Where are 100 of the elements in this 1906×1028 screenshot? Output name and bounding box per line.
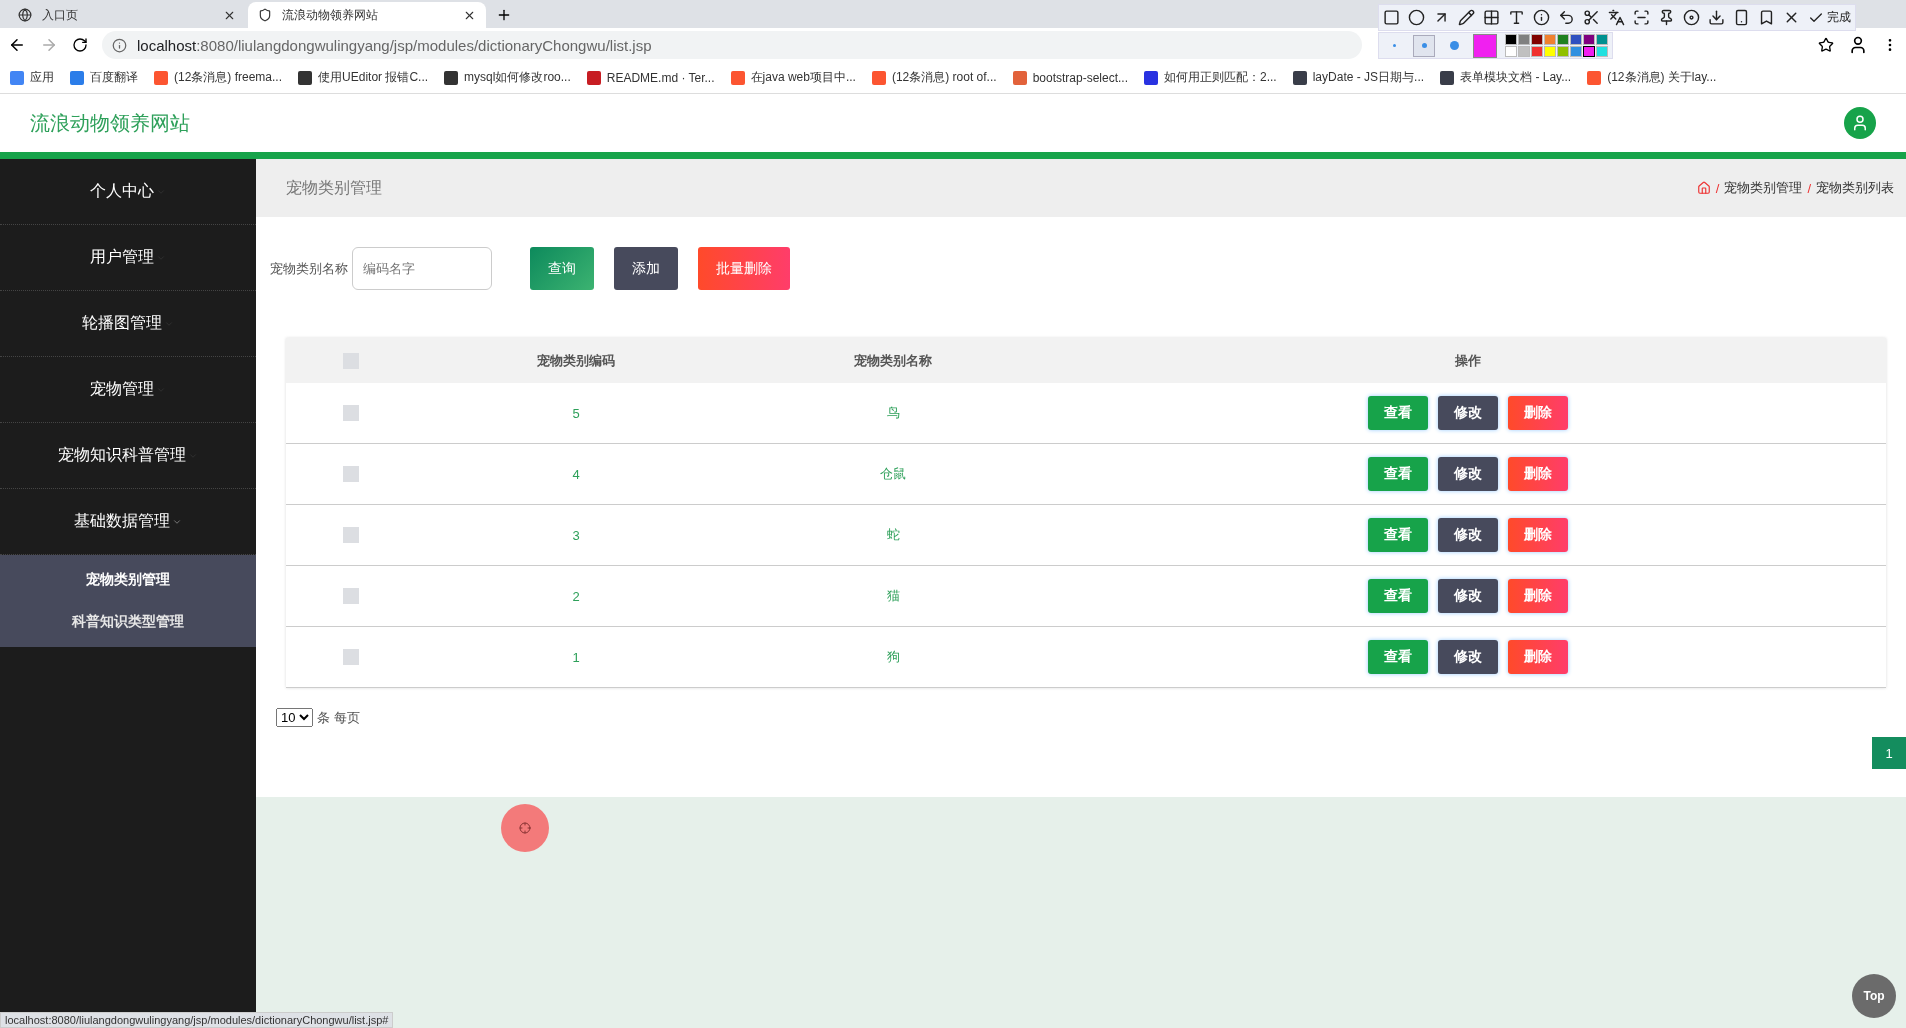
pencil-icon[interactable]: [1458, 9, 1475, 26]
sidebar-item[interactable]: 轮播图管理: [0, 291, 256, 357]
bookmark-item[interactable]: README.md · Ter...: [586, 70, 715, 85]
color-swatch[interactable]: [1544, 34, 1556, 45]
bookmark-item[interactable]: layDate - JS日期与...: [1292, 69, 1425, 86]
color-swatch[interactable]: [1583, 34, 1595, 45]
page-size-label: 条 每页: [317, 708, 360, 727]
color-swatch[interactable]: [1544, 46, 1556, 57]
row-checkbox[interactable]: [343, 649, 359, 665]
edit-button[interactable]: 修改: [1438, 518, 1498, 552]
new-tab-icon[interactable]: [496, 7, 512, 23]
color-swatch[interactable]: [1518, 34, 1530, 45]
browser-tab[interactable]: 入口页: [8, 2, 246, 28]
shield-icon: [258, 8, 272, 22]
color-swatch[interactable]: [1505, 34, 1517, 45]
back-icon[interactable]: [8, 36, 26, 54]
bookmark-item[interactable]: 应用: [10, 69, 54, 86]
circle-icon[interactable]: [1408, 9, 1425, 26]
done-button[interactable]: 完成: [1808, 9, 1851, 26]
color-swatch[interactable]: [1531, 34, 1543, 45]
current-color-swatch: [1473, 33, 1497, 58]
address-bar[interactable]: localhost:8080/liulangdongwulingyang/jsp/modules/dictionaryChongwu/list.jsp: [102, 31, 1362, 59]
row-checkbox[interactable]: [343, 588, 359, 604]
reload-icon[interactable]: [72, 37, 88, 53]
color-swatch[interactable]: [1557, 46, 1569, 57]
bookmark-item[interactable]: 如何用正则匹配：2...: [1144, 69, 1277, 86]
rectangle-icon[interactable]: [1383, 9, 1400, 26]
bookmark-item[interactable]: (12条消息) freema...: [154, 69, 283, 86]
bookmark-item[interactable]: 表单模块文档 - Lay...: [1440, 69, 1572, 86]
globe-icon: [18, 8, 32, 22]
record-icon[interactable]: [1683, 9, 1700, 26]
color-swatch[interactable]: [1570, 34, 1582, 45]
user-avatar[interactable]: [1844, 107, 1876, 139]
column-header: 宠物类别编码: [537, 351, 615, 370]
download-icon[interactable]: [1708, 9, 1725, 26]
edit-button[interactable]: 修改: [1438, 579, 1498, 613]
bookmark-item[interactable]: bootstrap-select...: [1012, 70, 1128, 85]
sidebar-subitem[interactable]: 宠物类别管理: [0, 559, 256, 601]
table-cell: 4: [572, 466, 580, 482]
sidebar-item[interactable]: 用户管理: [0, 225, 256, 291]
brush-size-option[interactable]: [1413, 34, 1435, 57]
bookmark-star-icon[interactable]: [1818, 37, 1834, 53]
breadcrumb-separator: /: [1807, 180, 1811, 196]
edit-button[interactable]: 修改: [1438, 640, 1498, 674]
page-size-select[interactable]: 10: [276, 708, 313, 727]
column-header: 宠物类别名称: [854, 351, 932, 370]
table-cell: 仓鼠: [880, 465, 906, 483]
translate-icon[interactable]: [1608, 9, 1625, 26]
table-cell: 狗: [886, 648, 900, 666]
bookmark-item[interactable]: 在java web项目中...: [730, 69, 856, 86]
color-swatch[interactable]: [1518, 46, 1530, 57]
column-header: 操作: [1455, 351, 1481, 370]
edit-button[interactable]: 修改: [1438, 457, 1498, 491]
breadcrumb-item[interactable]: 宠物类别管理: [1724, 179, 1803, 197]
row-checkbox[interactable]: [343, 466, 359, 482]
edit-button[interactable]: 修改: [1438, 396, 1498, 430]
pin-icon[interactable]: [1658, 9, 1675, 26]
undo-icon[interactable]: [1558, 9, 1575, 26]
row-checkbox[interactable]: [343, 405, 359, 421]
table-cell: 1: [572, 649, 580, 665]
search-field[interactable]: 编码名字: [352, 247, 492, 290]
table-cell: 蛇: [886, 526, 900, 544]
table-cell: 5: [572, 405, 580, 421]
bookmark-icon[interactable]: [1758, 9, 1775, 26]
page-title: 宠物类别管理: [286, 177, 382, 198]
browser-tab[interactable]: 流浪动物领养网站: [248, 2, 486, 28]
search-label: 宠物类别名称: [270, 259, 348, 278]
color-swatch[interactable]: [1570, 46, 1582, 57]
text-icon[interactable]: [1508, 9, 1525, 26]
add-button[interactable]: 添加: [614, 247, 678, 290]
bookmark-item[interactable]: 使用UEditor 报错C...: [298, 69, 429, 86]
bookmark-item[interactable]: 百度翻译: [70, 69, 138, 86]
table-cell: 猫: [886, 587, 900, 605]
color-swatch[interactable]: [1557, 34, 1569, 45]
color-swatch[interactable]: [1531, 46, 1543, 57]
table-cell: 3: [572, 527, 580, 543]
sidebar-item[interactable]: 宠物知识科普管理: [0, 423, 256, 489]
phone-icon[interactable]: [1733, 9, 1750, 26]
scan-icon[interactable]: [1633, 9, 1650, 26]
status-bar-url: localhost:8080/liulangdongwulingyang/jsp/modules/dictionaryChongwu/list.jsp#: [0, 1012, 394, 1028]
scissors-icon[interactable]: [1583, 9, 1600, 26]
breadcrumb-separator: /: [1715, 180, 1720, 196]
search-button[interactable]: 查询: [530, 247, 594, 290]
row-checkbox[interactable]: [343, 527, 359, 543]
table-cell: 鸟: [886, 404, 900, 422]
home-icon[interactable]: [1696, 181, 1711, 195]
color-swatch[interactable]: [1583, 46, 1595, 57]
bookmark-item[interactable]: (12条消息) root of...: [871, 69, 997, 86]
table-cell: 2: [572, 588, 580, 604]
color-swatch[interactable]: [1505, 46, 1517, 57]
breadcrumb-item[interactable]: 宠物类别列表: [1816, 179, 1894, 197]
bookmark-item[interactable]: mysql如何修改roo...: [444, 69, 571, 86]
color-swatch[interactable]: [1596, 46, 1608, 57]
sidebar-subitem[interactable]: 科普知识类型管理: [0, 601, 256, 643]
page-button[interactable]: 1: [1872, 737, 1906, 769]
sidebar-item[interactable]: 宠物管理: [0, 357, 256, 423]
site-title: 流浪动物领养网站: [30, 110, 190, 136]
bookmark-item[interactable]: (12条消息) 关于lay...: [1587, 69, 1717, 86]
color-swatch[interactable]: [1596, 34, 1608, 45]
profile-icon[interactable]: [1848, 35, 1868, 55]
